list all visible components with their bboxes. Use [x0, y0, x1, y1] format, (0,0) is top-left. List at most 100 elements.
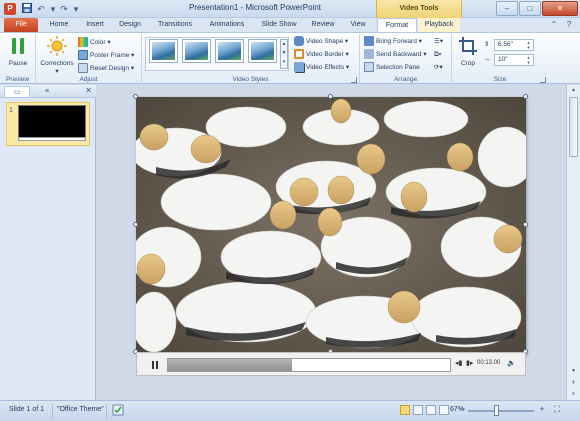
previous-slide-icon[interactable]: ⇞: [569, 379, 578, 388]
scroll-up-icon[interactable]: ▲: [569, 86, 578, 95]
slide-sorter-view-icon[interactable]: [413, 405, 423, 415]
zoom-slider-knob[interactable]: [494, 405, 499, 416]
minimize-ribbon-icon[interactable]: ⌃: [549, 20, 559, 30]
corrections-dropdown-icon: ▾: [55, 68, 59, 75]
fit-to-window-icon[interactable]: ⛶: [552, 404, 562, 414]
slides-tab[interactable]: ▭: [4, 86, 30, 97]
close-button[interactable]: ✕: [542, 1, 578, 16]
reading-view-icon[interactable]: [426, 405, 436, 415]
tab-playback[interactable]: Playback: [418, 18, 460, 32]
gallery-scroll-buttons[interactable]: ▲ ▼ ▾: [280, 39, 288, 69]
color-button[interactable]: Color ▾: [78, 37, 111, 49]
video-style-thumb-3[interactable]: [215, 39, 244, 63]
zoom-in-icon[interactable]: +: [537, 404, 547, 414]
vertical-scrollbar[interactable]: ▲ ▼ ⇞ ⇟: [566, 85, 580, 400]
move-forward-icon[interactable]: ▮▸: [466, 359, 473, 367]
selection-pane-button[interactable]: Selection Pane: [364, 62, 420, 74]
powerpoint-app-icon[interactable]: P: [4, 3, 16, 15]
group-button[interactable]: ⧉▾: [434, 49, 441, 61]
poster-frame-button[interactable]: Poster Frame ▾: [78, 50, 134, 62]
slide-thumbnail[interactable]: [18, 105, 86, 141]
undo-icon[interactable]: ↶: [35, 3, 47, 15]
video-styles-dialog-launcher[interactable]: [351, 77, 357, 83]
tab-review[interactable]: Review: [306, 18, 340, 32]
width-value: 10": [498, 56, 508, 63]
video-style-thumb-4[interactable]: [248, 39, 277, 63]
customize-qat-icon[interactable]: ▾: [70, 3, 82, 15]
slide-show-view-icon[interactable]: [439, 405, 449, 415]
bring-forward-icon: [364, 36, 374, 47]
color-icon: [78, 37, 88, 48]
tab-animations[interactable]: Animations: [203, 18, 251, 32]
poster-frame-icon: [78, 50, 88, 61]
video-tools-context-group: Video Tools: [376, 0, 462, 18]
resize-handle-right[interactable]: [523, 222, 528, 227]
corrections-button[interactable]: Corrections ▾: [38, 36, 76, 75]
normal-view-icon[interactable]: [400, 405, 410, 415]
spell-check-icon[interactable]: [112, 404, 124, 418]
arrange-group-label: Arrange: [393, 76, 418, 83]
zoom-out-icon[interactable]: −: [458, 404, 468, 414]
size-group-label: Size: [493, 76, 507, 83]
next-slide-icon[interactable]: ⇟: [569, 390, 578, 399]
outline-tab[interactable]: ≡: [34, 86, 60, 97]
video-styles-group: ▲ ▼ ▾ Video Shape ▾ Video Border ▾ Video E…: [142, 34, 360, 84]
resize-handle-top-right[interactable]: [523, 94, 528, 99]
pane-tabs: ▭ ≡ ✕: [0, 85, 96, 98]
help-icon[interactable]: ?: [564, 20, 574, 30]
tab-design[interactable]: Design: [113, 18, 147, 32]
bring-forward-button[interactable]: Bring Forward ▾: [364, 36, 422, 48]
save-icon[interactable]: [21, 3, 33, 15]
width-spinner-icon[interactable]: ▲ ▼: [525, 55, 532, 65]
video-styles-group-label: Video Styles: [232, 76, 269, 83]
redo-icon[interactable]: ↷: [58, 3, 70, 15]
width-field[interactable]: 10" ▲ ▼: [494, 54, 534, 66]
height-spinner-icon[interactable]: ▲ ▼: [525, 40, 532, 50]
tab-view[interactable]: View: [343, 18, 373, 32]
pause-button[interactable]: Pause: [4, 36, 32, 67]
video-style-thumb-2[interactable]: [182, 39, 211, 63]
scroll-down-icon[interactable]: ▼: [569, 367, 578, 376]
status-separator: [106, 404, 107, 418]
video-border-button[interactable]: Video Border ▾: [294, 49, 349, 61]
volume-icon[interactable]: 🔈: [507, 359, 516, 367]
send-backward-button[interactable]: Send Backward ▾: [364, 49, 427, 61]
rotate-icon: ⟳: [434, 64, 440, 71]
gannet-colony-video-frame: [136, 97, 526, 352]
tab-home[interactable]: Home: [42, 18, 76, 32]
scroll-thumb[interactable]: [569, 97, 578, 157]
pane-close-icon[interactable]: ✕: [85, 86, 92, 95]
reset-design-button[interactable]: Reset Design ▾: [78, 63, 134, 75]
tab-insert[interactable]: Insert: [78, 18, 112, 32]
resize-handle-left[interactable]: [133, 222, 138, 227]
height-field[interactable]: 6.56" ▲ ▼: [494, 39, 534, 51]
move-back-icon[interactable]: ◂▮: [455, 359, 462, 367]
tab-slide-show[interactable]: Slide Show: [256, 18, 302, 32]
video-effects-button[interactable]: Video Effects ▾: [294, 62, 349, 74]
video-time: 00:13.00: [477, 360, 501, 366]
size-dialog-launcher[interactable]: [540, 77, 546, 83]
zoom-slider[interactable]: [468, 410, 534, 412]
video-border-icon: [294, 49, 304, 60]
video-style-thumb-1[interactable]: [149, 39, 178, 63]
video-shape-button[interactable]: Video Shape ▾: [294, 36, 348, 48]
video-progress-bar[interactable]: [167, 358, 451, 372]
crop-button[interactable]: Crop: [455, 36, 481, 67]
bring-forward-label: Bring Forward: [376, 38, 417, 45]
minimize-button[interactable]: –: [496, 1, 518, 16]
window-controls: – □ ✕: [495, 1, 578, 16]
title-bar: P ↶ ▾ ↷ ▾ Presentation1 - Microsoft Powe…: [0, 0, 580, 18]
resize-handle-top[interactable]: [328, 94, 333, 99]
video-object[interactable]: [136, 97, 526, 352]
tab-file[interactable]: File: [4, 18, 38, 32]
ribbon-tabs: File Home Insert Design Transitions Anim…: [0, 18, 580, 32]
tab-transitions[interactable]: Transitions: [151, 18, 199, 32]
video-effects-label: Video Effects: [306, 64, 345, 71]
align-button[interactable]: ☰▾: [434, 36, 443, 48]
player-pause-button[interactable]: [149, 359, 161, 371]
resize-handle-top-left[interactable]: [133, 94, 138, 99]
tab-format[interactable]: Format: [377, 18, 417, 32]
rotate-button[interactable]: ⟳▾: [434, 62, 443, 74]
maximize-button[interactable]: □: [519, 1, 541, 16]
status-separator: [52, 404, 53, 418]
